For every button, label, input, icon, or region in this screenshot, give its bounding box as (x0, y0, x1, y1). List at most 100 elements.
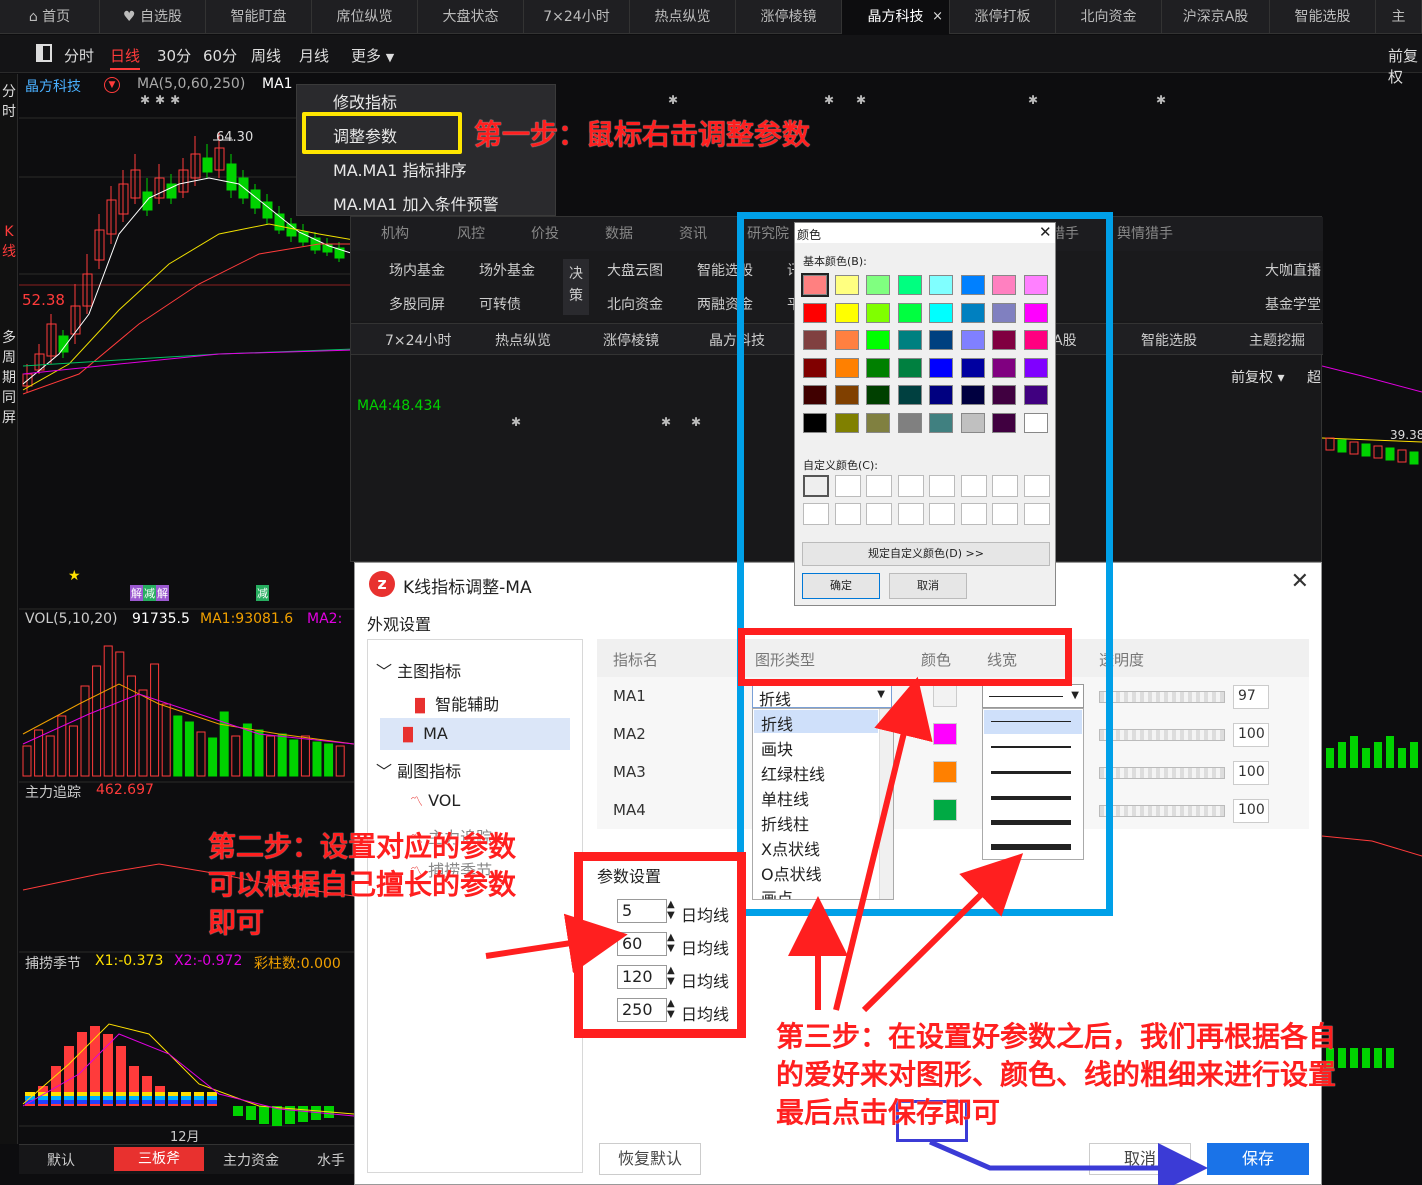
bg-adjust-option[interactable]: 前复权 ▾ (1231, 367, 1284, 387)
bottom-tab-shuishou[interactable]: 水手 (317, 1150, 345, 1170)
top-tab-4[interactable]: 大盘状态 (418, 0, 524, 34)
bg-item[interactable]: 热点纵览 (495, 330, 551, 350)
alpha-slider-ma4[interactable] (1099, 805, 1225, 817)
tree-sub-group[interactable]: ﹀ 副图指标 (376, 758, 461, 782)
top-tab-label: 大盘状态 (442, 9, 499, 25)
period-60min[interactable]: 60分 (203, 45, 237, 66)
top-tab-1[interactable]: ♥ 自选股 (100, 0, 206, 34)
adjust-option[interactable]: 前复权 (1388, 45, 1422, 87)
bottom-tab-sanbanfu[interactable]: 三板斧 (114, 1147, 204, 1171)
volume-bar (254, 729, 264, 777)
badge-jian[interactable]: 减 (256, 585, 269, 601)
layout-toggle-icon[interactable] (36, 44, 52, 62)
alpha-input-ma3[interactable]: 100 (1233, 761, 1269, 785)
top-tab-12[interactable]: 智能选股 (1270, 0, 1376, 34)
bg-item[interactable]: 场内基金 (389, 260, 445, 280)
bg-item[interactable]: 机构 (381, 223, 409, 243)
period-monthly[interactable]: 月线 (299, 45, 329, 66)
bg-item[interactable]: 价投 (531, 223, 559, 243)
period-fenshi[interactable]: 分时 (64, 45, 94, 66)
menu-add-alert[interactable]: MA.MA1 加入条件预警 (333, 191, 499, 215)
blc-bar-band (51, 1092, 61, 1096)
period-30min[interactable]: 30分 (157, 45, 191, 66)
alpha-slider-ma2[interactable] (1099, 729, 1225, 741)
bg-item[interactable]: 数据 (605, 223, 633, 243)
indicator-menu-icon[interactable]: ▼ (104, 77, 120, 93)
bg-item[interactable]: 主题挖掘 (1249, 330, 1305, 350)
top-tab-11[interactable]: 沪深京A股 (1162, 0, 1270, 34)
top-tab-2[interactable]: 智能盯盘 (206, 0, 312, 34)
blc-x1: X1:-0.373 (95, 953, 164, 969)
cancel-button[interactable]: 取消 (1089, 1143, 1191, 1175)
row-name-ma2: MA2 (613, 725, 646, 743)
bg-item[interactable]: 大咖直播 (1265, 260, 1321, 280)
badge-jie[interactable]: 解 (130, 585, 143, 601)
top-tab-7[interactable]: 涨停棱镜 (736, 0, 842, 34)
bg-item[interactable]: 场外基金 (479, 260, 535, 280)
badge-jie[interactable]: 解 (156, 585, 169, 601)
top-tab-3[interactable]: 席位纵览 (312, 0, 418, 34)
tree-item-label: VOL (428, 791, 461, 810)
blc-title: 捕捞季节 (25, 956, 81, 972)
bg-item[interactable]: 大盘云图 (607, 260, 663, 280)
alpha-input-ma1[interactable]: 97 (1233, 685, 1269, 709)
close-icon[interactable]: ✕ (1291, 569, 1309, 594)
bg-item[interactable]: 涨停棱镜 (603, 330, 659, 350)
bg-star-markers: ✱ (511, 415, 542, 429)
bg-item[interactable]: 资讯 (679, 223, 707, 243)
alpha-slider-ma3[interactable] (1099, 767, 1225, 779)
top-tab-5[interactable]: 7×24小时 (524, 0, 630, 34)
blc-bar-band (64, 1092, 74, 1096)
alpha-input-ma2[interactable]: 100 (1233, 723, 1269, 747)
badge-jian[interactable]: 减 (143, 585, 156, 601)
close-icon[interactable]: × (932, 0, 943, 34)
period-weekly[interactable]: 周线 (251, 45, 281, 66)
kline-chart[interactable] (19, 74, 354, 1144)
bg-item[interactable]: 风控 (457, 223, 485, 243)
blc-bar-band (64, 1100, 74, 1104)
bg-item[interactable]: 基金学堂 (1265, 294, 1321, 314)
right-candle (1397, 449, 1407, 463)
top-tab-10[interactable]: 北向资金 (1056, 0, 1162, 34)
bottom-tab-default[interactable]: 默认 (47, 1150, 75, 1170)
volume-bar (150, 663, 160, 777)
bg-item[interactable]: 多股同屏 (389, 294, 445, 314)
top-tab-8[interactable]: 晶方科技 × (842, 0, 950, 34)
top-tab-9[interactable]: 涨停打板 (950, 0, 1056, 34)
chart-icon: ▐▌ (410, 699, 430, 714)
alpha-slider-ma1[interactable] (1099, 691, 1225, 703)
bg-item[interactable]: 智能选股 (1141, 330, 1197, 350)
bg-item[interactable]: 7×24小时 (385, 330, 451, 350)
tree-item-ma[interactable]: ▐▌ MA (398, 724, 448, 743)
period-more[interactable]: 更多 ▼ (351, 45, 394, 66)
ma-line-magenta (22, 349, 354, 375)
menu-modify-indicator[interactable]: 修改指标 (333, 89, 397, 113)
view-fenshi[interactable]: 分时 (1, 82, 17, 122)
price-level-label: 52.38 (22, 291, 65, 309)
view-kline[interactable]: K线 (1, 222, 17, 262)
reset-button[interactable]: 恢复默认 (599, 1143, 701, 1175)
blc-bar-band (103, 1100, 113, 1104)
blc-bar-band (116, 1100, 126, 1104)
period-daily[interactable]: 日线 (110, 45, 141, 70)
alpha-input-ma4[interactable]: 100 (1233, 799, 1269, 823)
bg-item[interactable]: 舆情猎手 (1117, 223, 1173, 243)
top-tab-13[interactable]: 主 (1376, 0, 1422, 34)
volume-bar (92, 665, 102, 777)
top-tab-0[interactable]: ⌂ 首页 (0, 0, 100, 34)
top-tab-label: 自选股 (140, 9, 182, 25)
view-multi-period[interactable]: 多周期同屏 (1, 328, 17, 428)
bg-adjust-label: 前复权 (1231, 370, 1273, 386)
tree-item-vol[interactable]: 〽 VOL (410, 791, 460, 810)
tree-item-zhineng[interactable]: ▐▌ 智能辅助 (410, 691, 499, 715)
star-markers: ✱ (1156, 93, 1167, 107)
bg-decision-tab[interactable]: 决策 (563, 259, 589, 315)
bottom-tab-zhuli[interactable]: 主力资金 (223, 1150, 279, 1170)
menu-indicator-sort[interactable]: MA.MA1 指标排序 (333, 157, 467, 181)
tree-main-group[interactable]: ﹀ 主图指标 (376, 658, 461, 682)
bg-item[interactable]: 可转债 (479, 294, 521, 314)
top-tab-6[interactable]: 热点纵览 (630, 0, 736, 34)
bg-item[interactable]: 北向资金 (607, 294, 663, 314)
save-button[interactable]: 保存 (1207, 1143, 1309, 1175)
bg-super-option[interactable]: 超 (1307, 367, 1321, 387)
